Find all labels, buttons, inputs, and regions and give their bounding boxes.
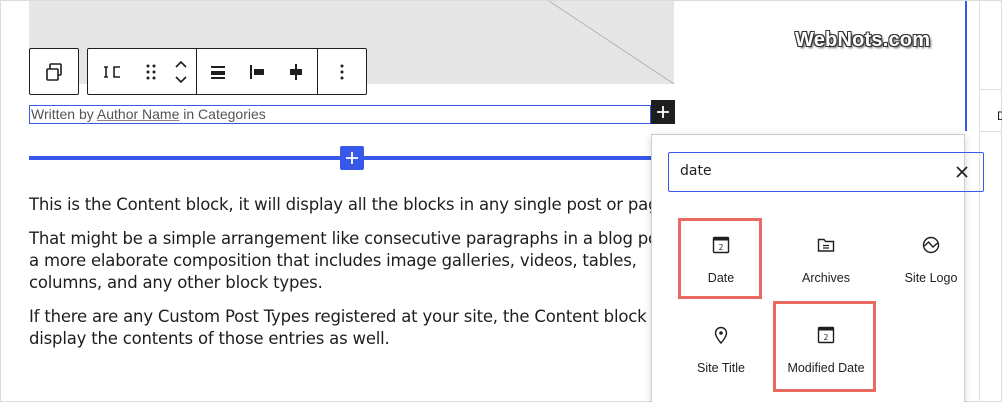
block-type-button[interactable] [88,49,136,94]
justify-left-button[interactable] [239,49,275,94]
plus-icon [657,106,669,118]
content-paragraph: a more elaborate composition that includ… [29,251,637,270]
block-result-site-logo[interactable]: Site Logo [889,220,973,302]
watermark: WebNots.com [795,29,931,51]
settings-sidebar-divider [979,131,1002,132]
insertion-point-button[interactable] [340,146,364,170]
content-paragraph: If there are any Custom Post Types regis… [29,307,649,326]
block-result-archives[interactable]: Archives [784,220,868,302]
post-meta-suffix: in Categories [179,106,266,122]
move-up-down-button[interactable] [166,49,196,94]
more-vertical-icon [340,64,344,79]
block-result-label: Site Logo [904,271,958,285]
post-meta-prefix: Written by [31,106,97,122]
post-meta-author[interactable]: Author Name [97,106,179,122]
content-paragraph: That might be a simple arrangement like … [29,229,678,248]
more-options-button[interactable] [318,49,366,94]
block-toolbar [29,48,367,95]
block-result-label: Site Title [697,361,745,375]
drag-handle[interactable] [136,49,166,94]
plus-icon [346,152,358,164]
site-logo-icon [922,236,940,254]
copy-icon [46,62,62,81]
drag-handle-icon [146,64,156,79]
justify-center-icon [290,63,302,80]
settings-sidebar-tab[interactable]: D [997,109,1002,123]
chevron-up-down-icon [175,60,187,83]
highlight-box-date [678,218,762,299]
justify-left-icon [250,64,264,79]
block-search-input[interactable]: date [668,152,984,192]
justify-center-button[interactable] [275,49,317,94]
justification-button[interactable] [197,49,239,94]
map-pin-icon [714,326,728,345]
post-meta-block[interactable]: Written by Author Name in Categories [29,105,651,124]
toolbar-group-transform [29,48,79,95]
content-paragraph: This is the Content block, it will displ… [29,195,674,214]
content-paragraph: columns, and any other block types. [29,273,323,292]
highlight-box-modified-date [773,301,876,392]
block-result-label: Archives [802,271,850,285]
content-block[interactable]: This is the Content block, it will displ… [29,194,678,362]
folder-icon [817,238,835,252]
settings-sidebar-divider [979,89,1002,90]
editor-edge [965,1,967,131]
editor-canvas: Written by Author Name in Categories Thi… [0,0,1002,402]
content-paragraph: display the contents of those entries as… [29,329,390,348]
transform-block-button[interactable] [30,49,78,94]
close-icon[interactable] [952,162,972,182]
settings-sidebar-border [979,1,980,402]
block-inserter-button[interactable] [651,100,675,124]
align-top-icon [211,65,225,79]
toolbar-group-main [87,48,367,95]
block-result-site-title[interactable]: Site Title [679,310,763,392]
post-meta-icon [104,65,120,78]
